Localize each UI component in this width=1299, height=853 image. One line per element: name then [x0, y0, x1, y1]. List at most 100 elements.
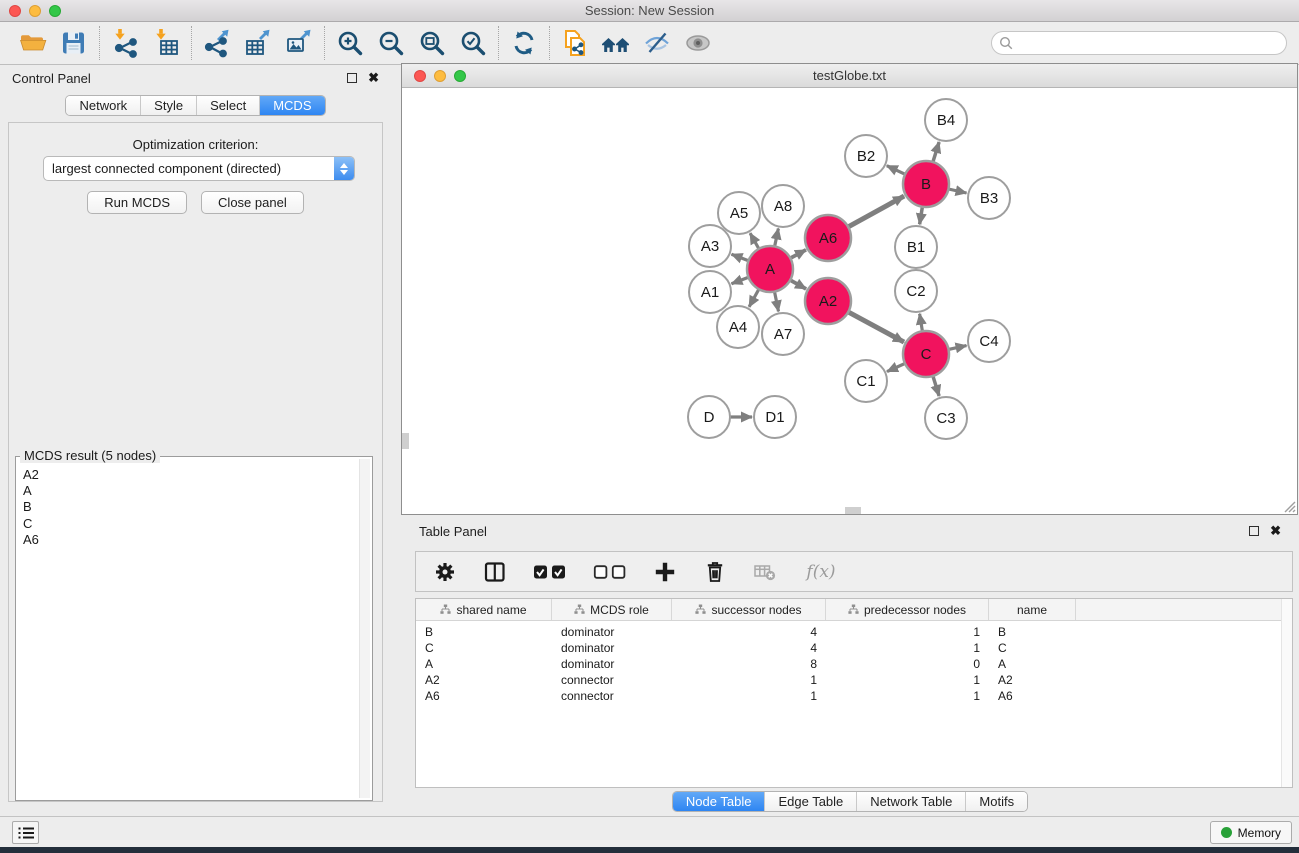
edge-C-C1[interactable] [887, 363, 905, 371]
unselect-all-icon[interactable] [592, 559, 628, 585]
node-B1[interactable]: B1 [895, 226, 937, 268]
edge-A-A8[interactable] [775, 229, 779, 247]
zoom-fit-icon[interactable] [416, 27, 448, 59]
refresh-view-icon[interactable] [508, 27, 540, 59]
node-C3[interactable]: C3 [925, 397, 967, 439]
edge-C-C4[interactable] [949, 346, 967, 350]
memory-button[interactable]: Memory [1210, 821, 1292, 844]
node-A[interactable]: A [747, 246, 793, 292]
network-canvas[interactable]: B4B2BB3B1A5A8A6A3AA1A2C2A4A7C4CC1C3DD1 [402, 88, 1297, 514]
table-cell[interactable]: dominator [552, 625, 672, 639]
edge-B-B2[interactable] [887, 166, 905, 175]
float-table-panel-icon[interactable] [1249, 526, 1259, 536]
tab-motifs[interactable]: Motifs [965, 792, 1027, 811]
table-cell[interactable]: 1 [826, 625, 989, 639]
first-neighbors-icon[interactable] [600, 27, 632, 59]
close-panel-icon[interactable]: ✖ [368, 73, 379, 83]
table-cell[interactable]: 1 [826, 689, 989, 703]
result-item[interactable]: A2 [23, 467, 358, 483]
edge-A2-C[interactable] [848, 312, 904, 342]
node-B2[interactable]: B2 [845, 135, 887, 177]
network-window-titlebar[interactable]: testGlobe.txt [402, 64, 1297, 88]
edge-A-A6[interactable] [790, 250, 806, 258]
table-cell[interactable]: A6 [989, 689, 1076, 703]
table-cell[interactable]: dominator [552, 657, 672, 671]
import-network-icon[interactable] [109, 27, 141, 59]
table-cell[interactable]: A2 [416, 673, 552, 687]
network-close-button[interactable] [414, 70, 426, 82]
tab-mcds[interactable]: MCDS [259, 96, 324, 115]
import-table-icon[interactable] [150, 27, 182, 59]
task-history-button[interactable] [12, 821, 39, 844]
tab-network-table[interactable]: Network Table [856, 792, 965, 811]
network-minimize-button[interactable] [434, 70, 446, 82]
node-C2[interactable]: C2 [895, 270, 937, 312]
edge-C-C2[interactable] [920, 314, 923, 332]
node-C1[interactable]: C1 [845, 360, 887, 402]
table-cell[interactable]: A6 [416, 689, 552, 703]
table-row[interactable]: Adominator80A [416, 656, 1292, 672]
node-A6[interactable]: A6 [805, 215, 851, 261]
table-cell[interactable]: 1 [672, 689, 826, 703]
table-cell[interactable]: C [416, 641, 552, 655]
close-panel-button[interactable]: Close panel [201, 191, 304, 214]
table-cell[interactable]: 8 [672, 657, 826, 671]
node-B4[interactable]: B4 [925, 99, 967, 141]
search-input[interactable] [991, 31, 1287, 55]
table-cell[interactable]: A [416, 657, 552, 671]
table-cell[interactable]: 1 [826, 673, 989, 687]
edge-A-A4[interactable] [749, 289, 759, 307]
show-all-icon[interactable] [682, 27, 714, 59]
edge-A-A3[interactable] [732, 254, 749, 261]
column-header-successor-nodes[interactable]: successor nodes [672, 599, 826, 620]
open-session-icon[interactable] [17, 27, 49, 59]
table-cell[interactable]: 0 [826, 657, 989, 671]
table-cell[interactable]: 4 [672, 625, 826, 639]
result-item[interactable]: A [23, 483, 358, 499]
table-cell[interactable]: B [989, 625, 1076, 639]
edge-B-B4[interactable] [933, 142, 939, 162]
hide-selected-icon[interactable] [641, 27, 673, 59]
node-C4[interactable]: C4 [968, 320, 1010, 362]
result-item[interactable]: A6 [23, 532, 358, 548]
table-cell[interactable]: A [989, 657, 1076, 671]
edge-A-A1[interactable] [732, 277, 749, 284]
new-network-from-selection-icon[interactable] [559, 27, 591, 59]
edge-A-A2[interactable] [790, 280, 806, 289]
node-D[interactable]: D [688, 396, 730, 438]
node-D1[interactable]: D1 [754, 396, 796, 438]
table-cell[interactable]: dominator [552, 641, 672, 655]
zoom-out-icon[interactable] [375, 27, 407, 59]
table-cell[interactable]: connector [552, 689, 672, 703]
edge-C-C3[interactable] [933, 376, 939, 396]
table-cell[interactable]: A2 [989, 673, 1076, 687]
node-A7[interactable]: A7 [762, 313, 804, 355]
export-table-icon[interactable] [242, 27, 274, 59]
table-row[interactable]: Bdominator41B [416, 624, 1292, 640]
node-B3[interactable]: B3 [968, 177, 1010, 219]
node-A4[interactable]: A4 [717, 306, 759, 348]
zoom-window-button[interactable] [49, 5, 61, 17]
float-panel-icon[interactable] [347, 73, 357, 83]
edge-A6-B[interactable] [848, 196, 904, 227]
result-scrollbar[interactable] [359, 459, 370, 798]
save-session-icon[interactable] [58, 27, 90, 59]
tab-network[interactable]: Network [66, 96, 140, 115]
add-entry-icon[interactable] [652, 559, 678, 585]
table-settings-icon[interactable] [432, 559, 458, 585]
criterion-select[interactable]: largest connected component (directed) [43, 156, 355, 181]
node-A1[interactable]: A1 [689, 271, 731, 313]
table-cell[interactable]: 1 [672, 673, 826, 687]
column-header-shared-name[interactable]: shared name [416, 599, 552, 620]
network-zoom-button[interactable] [454, 70, 466, 82]
node-A8[interactable]: A8 [762, 185, 804, 227]
tab-select[interactable]: Select [196, 96, 259, 115]
edge-A-A7[interactable] [775, 292, 779, 312]
tab-edge-table[interactable]: Edge Table [764, 792, 856, 811]
delete-entry-icon[interactable] [702, 559, 728, 585]
tab-node-table[interactable]: Node Table [673, 792, 765, 811]
node-B[interactable]: B [903, 161, 949, 207]
tab-style[interactable]: Style [140, 96, 196, 115]
canvas-left-scroll-nub[interactable] [402, 433, 409, 449]
show-columns-icon[interactable] [482, 559, 508, 585]
